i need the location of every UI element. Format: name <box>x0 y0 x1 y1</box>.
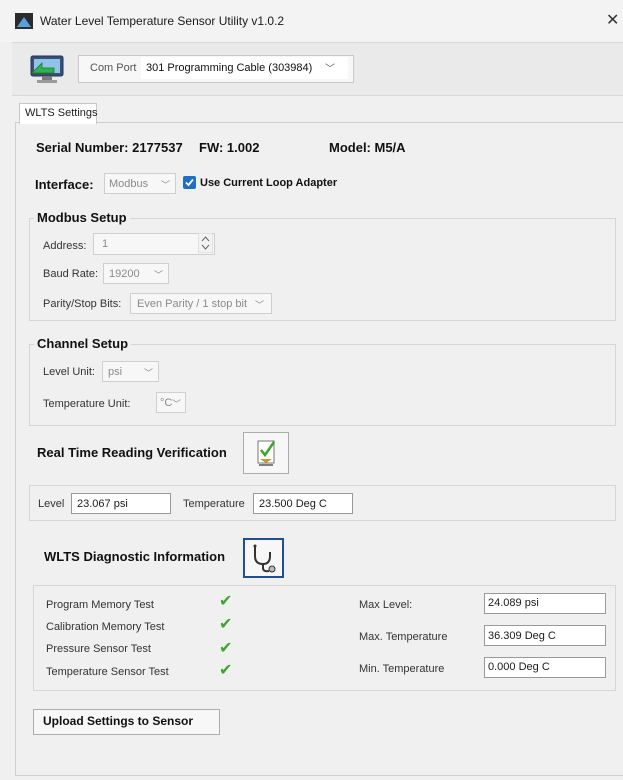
use-current-loop-label: Use Current Loop Adapter <box>200 177 338 189</box>
level-reading-label: Level <box>38 498 65 510</box>
address-input[interactable] <box>93 233 215 255</box>
max-temperature-label: Max. Temperature <box>359 631 448 643</box>
model: Model: M5/A <box>329 140 406 155</box>
address-label: Address: <box>43 240 87 252</box>
level-reading-value: 23.067 psi <box>77 498 128 510</box>
pressure-sensor-test-label: Pressure Sensor Test <box>46 643 151 655</box>
temperature-unit-label: Temperature Unit: <box>43 398 131 410</box>
max-level-label: Max Level: <box>359 599 413 611</box>
use-current-loop-checkbox[interactable] <box>183 176 196 189</box>
parity-label: Parity/Stop Bits: <box>43 298 122 310</box>
address-value: 1 <box>102 238 109 250</box>
temperature-sensor-test-label: Temperature Sensor Test <box>46 666 169 678</box>
connect-computer-icon[interactable] <box>28 53 66 85</box>
chevron-down-icon: ﹀ <box>154 270 164 280</box>
parity-value: Even Parity / 1 stop bit <box>137 298 248 310</box>
chevron-down-icon: ﹀ <box>161 180 171 190</box>
temperature-reading-value: 23.500 Deg C <box>259 498 327 510</box>
temperature-reading-label: Temperature <box>183 498 245 510</box>
diagnostic-button[interactable] <box>243 538 284 578</box>
checkmark-icon <box>185 178 194 187</box>
firmware-version: FW: 1.002 <box>199 140 260 155</box>
max-level-value: 24.089 psi <box>488 597 539 609</box>
window-title: Water Level Temperature Sensor Utility v… <box>40 14 285 28</box>
channel-setup-group <box>29 344 616 426</box>
chevron-down-icon: ﹀ <box>172 399 182 409</box>
checkmark-icon: ✔ <box>219 616 233 633</box>
max-temperature-value: 36.309 Deg C <box>488 630 556 642</box>
com-port-label: Com Port <box>90 62 137 74</box>
level-unit-value: psi <box>108 366 123 378</box>
realtime-title: Real Time Reading Verification <box>37 445 227 460</box>
verify-reading-button[interactable] <box>243 432 289 474</box>
temperature-unit-value: °C <box>160 397 173 409</box>
checkmark-icon: ✔ <box>219 593 233 610</box>
checkmark-icon: ✔ <box>219 662 233 679</box>
com-port-value: 301 Programming Cable (303984) <box>146 62 313 74</box>
serial-number: Serial Number: 2177537 <box>36 140 183 155</box>
address-stepper-icon[interactable] <box>198 233 213 253</box>
upload-settings-label: Upload Settings to Sensor <box>43 714 194 728</box>
calibration-memory-test-label: Calibration Memory Test <box>46 621 165 633</box>
interface-value: Modbus <box>109 178 149 190</box>
sensor-app-icon <box>15 13 33 29</box>
checkmark-icon: ✔ <box>219 640 233 657</box>
modbus-setup-title: Modbus Setup <box>34 210 130 225</box>
close-icon[interactable]: ✕ <box>606 10 619 30</box>
channel-setup-title: Channel Setup <box>34 336 132 351</box>
checklist-icon <box>257 440 276 466</box>
stethoscope-icon <box>253 544 276 573</box>
level-unit-label: Level Unit: <box>43 366 95 378</box>
tab-wlts-settings-label: WLTS Settings <box>25 107 98 119</box>
chevron-down-icon: ﹀ <box>255 300 265 310</box>
diagnostics-title: WLTS Diagnostic Information <box>44 549 226 564</box>
chevron-down-icon[interactable]: ﹀ <box>325 60 335 75</box>
baud-rate-value: 19200 <box>109 268 140 280</box>
interface-label: Interface: <box>35 177 94 192</box>
baud-rate-label: Baud Rate: <box>43 268 99 280</box>
program-memory-test-label: Program Memory Test <box>46 599 154 611</box>
min-temperature-label: Min. Temperature <box>359 663 445 675</box>
chevron-down-icon: ﹀ <box>144 368 154 378</box>
min-temperature-value: 0.000 Deg C <box>488 661 550 673</box>
